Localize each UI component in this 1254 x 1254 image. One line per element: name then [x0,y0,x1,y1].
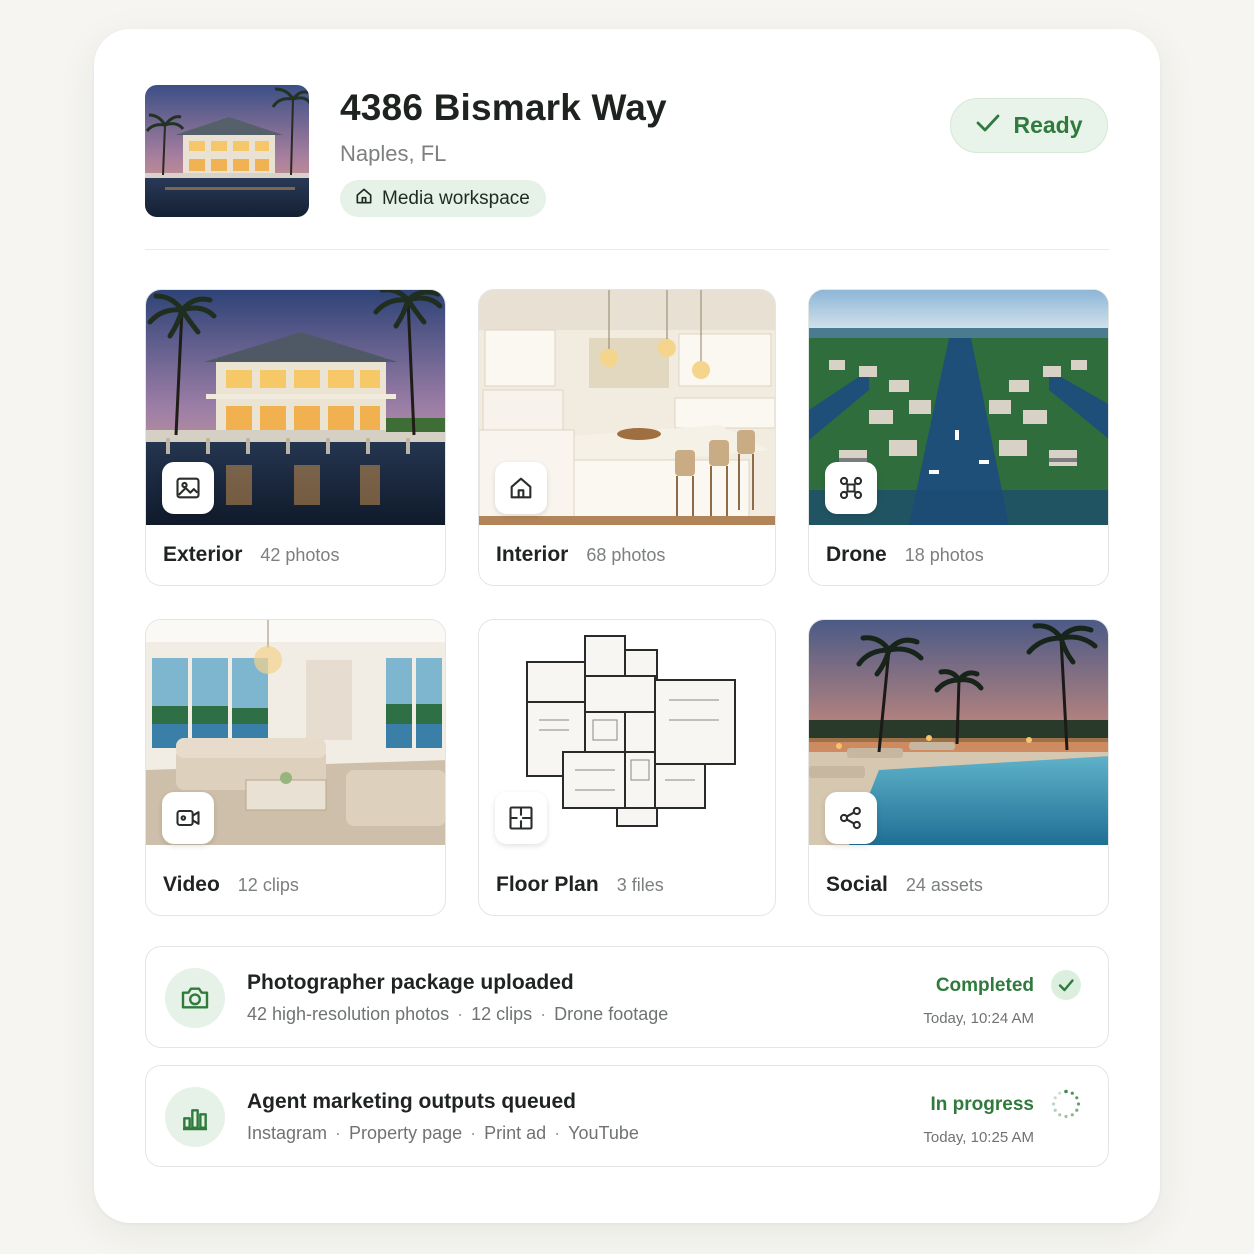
activity-status: In progress [930,1094,1034,1115]
category-tile-social[interactable]: Social 24 assets [808,619,1109,916]
status-badge: Ready [950,98,1108,153]
listing-city: Naples, FL [340,141,447,166]
image-icon [162,462,214,514]
category-tile-floor-plan[interactable]: Floor Plan 3 files [478,619,776,916]
category-count: 12 clips [237,875,299,895]
category-name: Floor Plan [496,873,599,896]
activity-details: 42 high-resolution photos · 12 clips · D… [247,1004,668,1025]
detail-item: Drone footage [554,1004,669,1024]
category-count: 18 photos [904,545,984,565]
share-icon [825,792,877,844]
category-name: Exterior [163,543,243,566]
category-tile-drone[interactable]: Drone 18 photos [808,289,1109,586]
completed-check-icon [1051,970,1081,1000]
floor-plan-icon [495,792,547,844]
chart-icon [165,1087,225,1147]
video-icon [162,792,214,844]
activity-time: Today, 10:24 AM [923,1010,1034,1027]
activity-title: Photographer package uploaded [247,971,574,994]
listing-address: 4386 Bismark Way [340,87,667,128]
category-count: 68 photos [586,545,666,565]
activity-status: Completed [935,975,1034,996]
detail-separator: · [335,1123,342,1143]
home-icon [354,186,374,212]
detail-separator: · [470,1123,477,1143]
category-name: Drone [826,543,887,566]
category-tile-video[interactable]: Video 12 clips [145,619,446,916]
category-name: Interior [496,543,569,566]
activity-title: Agent marketing outputs queued [247,1090,577,1113]
progress-spinner-icon [1051,1089,1081,1119]
detail-separator: · [457,1004,464,1024]
detail-item: Instagram [247,1123,328,1143]
category-tile-exterior[interactable]: Exterior 42 photos [145,289,446,586]
activity-time: Today, 10:25 AM [923,1129,1034,1146]
category-count: 24 assets [905,875,983,895]
category-name: Video [163,873,220,896]
media-workspace-label: Media workspace [382,187,530,209]
detail-item: YouTube [568,1123,639,1143]
detail-item: Property page [349,1123,463,1143]
status-label: Ready [1013,112,1083,138]
drone-icon [825,462,877,514]
detail-item: 42 high-resolution photos [247,1004,450,1024]
listing-card: 4386 Bismark Way Naples, FL Media worksp… [94,29,1160,1223]
detail-separator: · [554,1123,561,1143]
activity-details: Instagram · Property page · Print ad · Y… [247,1123,639,1144]
category-tile-interior[interactable]: Interior 68 photos [478,289,776,586]
check-icon [975,112,1001,140]
media-workspace-tag[interactable]: Media workspace [340,180,546,217]
detail-item: Print ad [484,1123,547,1143]
listing-thumbnail[interactable] [145,85,309,217]
detail-item: 12 clips [471,1004,533,1024]
camera-icon [165,968,225,1028]
category-count: 3 files [616,875,664,895]
home-icon [495,462,547,514]
activity-row-marketing-outputs[interactable]: Agent marketing outputs queued Instagram… [145,1065,1109,1167]
header-divider [145,249,1109,250]
category-count: 42 photos [260,545,340,565]
detail-separator: · [540,1004,547,1024]
activity-row-photographer-upload[interactable]: Photographer package uploaded 42 high-re… [145,946,1109,1048]
category-name: Social [826,873,888,896]
